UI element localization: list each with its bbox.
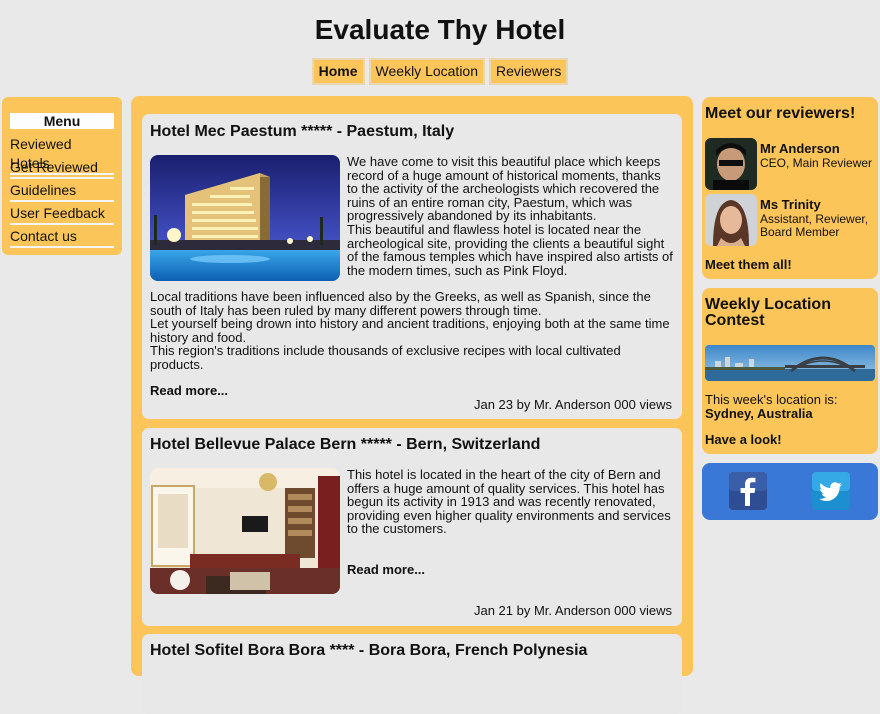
article-card: Hotel Sofitel Bora Bora **** - Bora Bora… [142,634,682,714]
menu-item-contact-us[interactable]: Contact us [10,227,114,248]
social-box [702,463,878,520]
reviewer-name: Ms Trinity [760,197,821,212]
reviewers-title: Meet our reviewers! [705,105,856,122]
reviewers-box: Meet our reviewers! Mr Anderson CEO, Mai… [702,97,878,279]
article-paragraph: We have come to visit this beautiful pla… [347,154,661,224]
top-nav: Home Weekly Location Reviewers [0,58,880,85]
article-card: Hotel Mec Paestum ***** - Paestum, Italy [142,114,682,419]
article-meta: Jan 21 by Mr. Anderson 000 views [473,603,672,618]
reviewer-card[interactable]: Ms Trinity Assistant, Reviewer, Board Me… [705,194,875,246]
menu-item-get-reviewed[interactable]: Get Reviewed [10,158,114,179]
side-menu: Menu Reviewed Hotels Get Reviewed Guidel… [2,97,122,255]
read-more-link[interactable]: Read more... [150,383,228,398]
meet-all-link[interactable]: Meet them all! [705,257,792,272]
article-title[interactable]: Hotel Mec Paestum ***** - Paestum, Italy [150,123,454,141]
main-content: Hotel Mec Paestum ***** - Paestum, Italy [131,96,693,714]
reviewer-card[interactable]: Mr Anderson CEO, Main Reviewer [705,138,875,190]
nav-reviewers[interactable]: Reviewers [489,58,569,85]
reviewer-role: Assistant, Reviewer, Board Member [760,212,869,239]
article-body: Local traditions have been influenced al… [150,290,675,372]
article-intro: This hotel is located in the heart of th… [347,468,673,536]
article-paragraph: Let yourself being drown into history an… [150,316,670,345]
article-title[interactable]: Hotel Sofitel Bora Bora **** - Bora Bora… [150,642,587,660]
menu-title: Menu [10,113,114,129]
article-paragraph: This region's traditions include thousan… [150,343,621,372]
nav-home[interactable]: Home [311,58,365,85]
location-photo[interactable] [705,345,875,381]
hotel-photo[interactable] [150,468,340,594]
article-paragraph: This beautiful and flawless hotel is loc… [347,221,673,278]
menu-item-guidelines[interactable]: Guidelines [10,181,114,202]
avatar[interactable] [705,138,757,190]
contest-text: This week's location is: [705,392,838,407]
reviewer-name: Mr Anderson [760,141,840,156]
contest-location: Sydney, Australia [705,406,813,421]
contest-box: Weekly Location Contest This week's loca… [702,288,878,454]
article-intro: We have come to visit this beautiful pla… [347,155,673,277]
facebook-icon[interactable] [729,472,767,510]
article-meta: Jan 23 by Mr. Anderson 000 views [473,397,672,412]
contest-title: Weekly Location Contest [705,296,831,329]
article-paragraph: Local traditions have been influenced al… [150,289,651,318]
twitter-icon[interactable] [812,472,850,510]
site-title: Evaluate Thy Hotel [314,14,566,45]
avatar[interactable] [705,194,757,246]
have-a-look-link[interactable]: Have a look! [705,432,782,447]
read-more-link[interactable]: Read more... [347,562,425,577]
article-paragraph: This hotel is located in the heart of th… [347,467,671,537]
hotel-photo[interactable] [150,155,340,281]
menu-item-user-feedback[interactable]: User Feedback [10,204,114,225]
article-title[interactable]: Hotel Bellevue Palace Bern ***** - Bern,… [150,436,540,454]
reviewer-role: CEO, Main Reviewer [760,156,873,170]
menu-list: Reviewed Hotels Get Reviewed Guidelines … [10,135,114,250]
article-card: Hotel Bellevue Palace Bern ***** - Bern,… [142,428,682,626]
nav-weekly-location[interactable]: Weekly Location [368,58,485,85]
